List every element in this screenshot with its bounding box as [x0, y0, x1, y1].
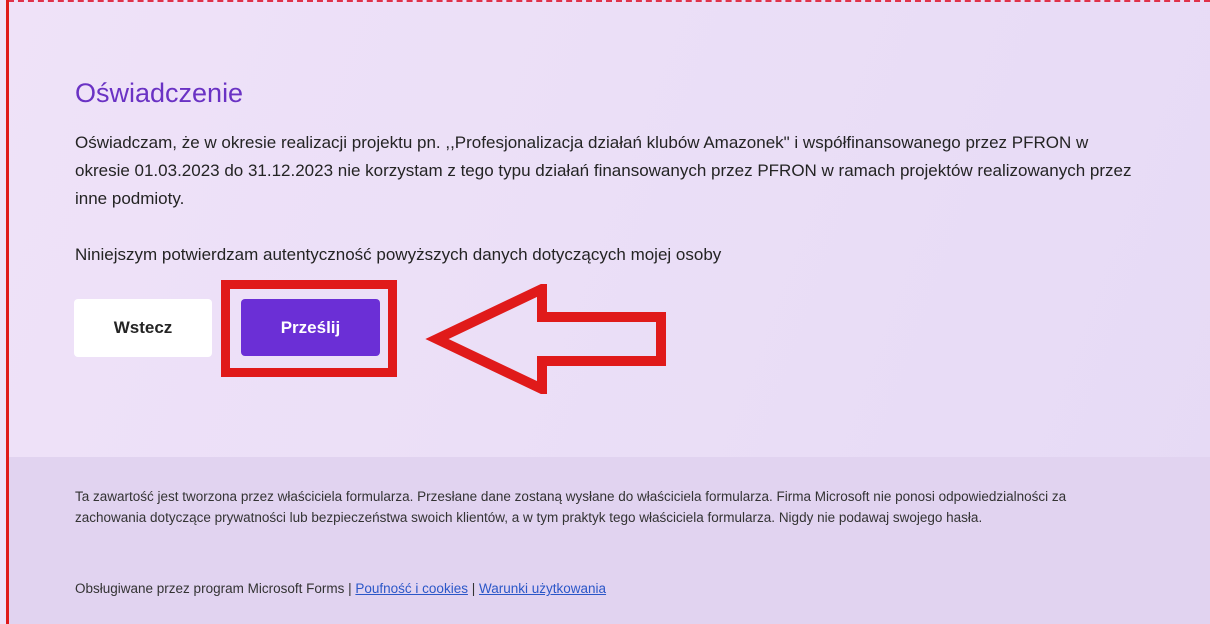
link-separator: |: [471, 581, 476, 596]
link-separator: |: [348, 581, 352, 596]
powered-by-text: Obsługiwane przez program Microsoft Form…: [75, 581, 345, 596]
highlight-box: [221, 280, 397, 377]
section-title: Oświadczenie: [75, 78, 244, 108]
footer: Ta zawartość jest tworzona przez właścic…: [9, 457, 1210, 624]
confirmation-text: Niniejszym potwierdzam autentyczność pow…: [75, 245, 722, 264]
footer-links: Obsługiwane przez program Microsoft Form…: [75, 581, 606, 596]
footer-disclaimer: Ta zawartość jest tworzona przez właścic…: [75, 489, 1067, 525]
terms-of-use-link[interactable]: Warunki użytkowania: [479, 581, 606, 596]
back-button[interactable]: Wstecz: [74, 299, 212, 357]
privacy-cookies-link[interactable]: Poufność i cookies: [355, 581, 468, 596]
arrow-left-outline-icon: [425, 284, 666, 394]
forms-page: Oświadczenie Oświadczam, że w okresie re…: [0, 0, 1210, 624]
form-section: Oświadczenie Oświadczam, że w okresie re…: [9, 2, 1210, 457]
statement-text: Oświadczam, że w okresie realizacji proj…: [75, 133, 1132, 208]
